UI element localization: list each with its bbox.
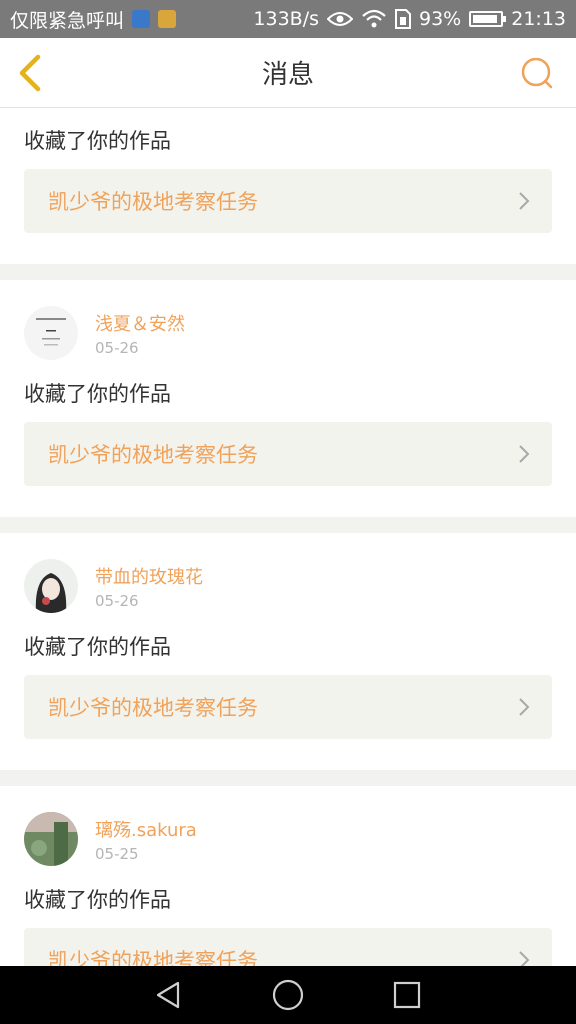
square-recents-icon[interactable]: [389, 977, 425, 1013]
wireless-icon: [132, 10, 151, 28]
avatar-image: [24, 812, 78, 866]
message-list[interactable]: 05-26 收藏了你的作品 凯少爷的极地考察任务 浅夏＆安: [0, 108, 576, 966]
avatar[interactable]: [24, 306, 78, 360]
work-link[interactable]: 凯少爷的极地考察任务: [24, 675, 552, 739]
lock-app-icon: [158, 10, 177, 28]
user-name[interactable]: 璃殇.sakura: [95, 816, 197, 842]
wifi-icon: [362, 9, 386, 28]
work-title: 凯少爷的极地考察任务: [48, 443, 258, 467]
avatar-image: [24, 306, 78, 360]
message-date: 05-25: [95, 845, 139, 863]
work-title: 凯少爷的极地考察任务: [48, 696, 258, 720]
action-text: 收藏了你的作品: [24, 635, 171, 659]
divider: [0, 264, 576, 280]
system-nav-bar: [0, 966, 576, 1024]
list-item: 璃殇.sakura 05-25 收藏了你的作品 凯少爷的极地考察任务: [0, 786, 576, 966]
action-text: 收藏了你的作品: [24, 382, 171, 406]
work-link[interactable]: 凯少爷的极地考察任务: [24, 169, 552, 233]
page-title: 消息: [261, 60, 314, 90]
chevron-right-icon: [519, 192, 530, 210]
clock: 21:13: [511, 8, 566, 30]
work-title: 凯少爷的极地考察任务: [48, 190, 258, 214]
avatar[interactable]: [24, 812, 78, 866]
list-item: 05-26 收藏了你的作品 凯少爷的极地考察任务: [0, 108, 576, 264]
message-date: 05-26: [95, 339, 139, 357]
divider: [0, 517, 576, 533]
action-text: 收藏了你的作品: [24, 129, 171, 153]
work-link[interactable]: 凯少爷的极地考察任务: [24, 422, 552, 486]
chevron-right-icon: [519, 445, 530, 463]
chevron-right-icon: [519, 951, 530, 966]
header: 消息: [0, 38, 576, 108]
sim-icon: [395, 9, 411, 29]
carrier-text: 仅限紧急呼叫: [10, 9, 125, 32]
search-icon[interactable]: [520, 56, 554, 90]
chevron-right-icon: [519, 698, 530, 716]
network-speed: 133B/s: [253, 8, 319, 30]
action-text: 收藏了你的作品: [24, 888, 171, 912]
battery-icon: [469, 11, 507, 27]
triangle-back-icon[interactable]: [151, 977, 187, 1013]
user-name[interactable]: 带血的玫瑰花: [95, 563, 203, 589]
chevron-left-icon[interactable]: [14, 54, 46, 92]
circle-home-icon[interactable]: [270, 977, 306, 1013]
list-item: 浅夏＆安然 05-26 收藏了你的作品 凯少爷的极地考察任务: [0, 280, 576, 517]
battery-percent: 93%: [419, 8, 462, 30]
work-title: 凯少爷的极地考察任务: [48, 949, 258, 966]
avatar-image: [24, 559, 78, 613]
message-date: 05-26: [95, 592, 139, 610]
eye-icon: [327, 12, 353, 26]
divider: [0, 770, 576, 786]
avatar[interactable]: [24, 559, 78, 613]
work-link[interactable]: 凯少爷的极地考察任务: [24, 928, 552, 966]
user-name[interactable]: 浅夏＆安然: [95, 310, 185, 336]
status-bar: 仅限紧急呼叫 133B/s 93% 21:13: [0, 0, 576, 38]
list-item: 带血的玫瑰花 05-26 收藏了你的作品 凯少爷的极地考察任务: [0, 533, 576, 770]
